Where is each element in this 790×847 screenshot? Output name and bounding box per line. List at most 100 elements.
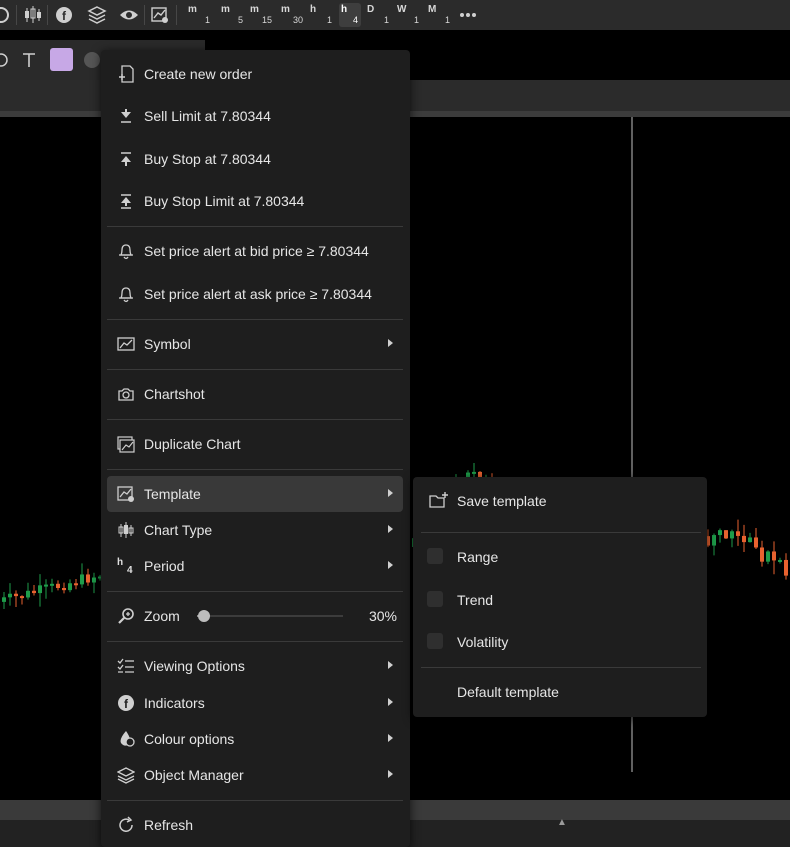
period-m15[interactable]: m 15 — [250, 3, 272, 27]
template-range-item[interactable]: Range — [421, 540, 699, 574]
period-h4[interactable]: h4 — [339, 3, 361, 27]
template-volatility-item[interactable]: Volatility — [421, 625, 699, 659]
create-new-order-item[interactable]: Create new order — [107, 56, 403, 92]
candle-body — [20, 596, 24, 599]
candle-body — [754, 537, 758, 548]
candle-body — [718, 530, 722, 536]
period-w1[interactable]: W1 — [397, 3, 419, 27]
template-submenu: Save template Range Trend Volatility Def… — [413, 477, 707, 717]
period-m5[interactable]: m5 — [221, 3, 243, 27]
duplicate-chart-icon — [117, 435, 135, 453]
period-item[interactable]: h 4 Period — [107, 548, 403, 584]
template-trend-checkbox[interactable] — [427, 591, 443, 607]
chevron-right-icon — [388, 525, 393, 533]
chart-context-menu: Create new order Sell Limit at 7.80344 B… — [101, 50, 410, 847]
bell-icon — [117, 242, 135, 260]
buy-stop-icon — [117, 150, 135, 168]
refresh-item[interactable]: Refresh — [107, 807, 403, 843]
top-toolbar: f m1 m5 m 15 m 30 h1 h4 D1 W1 M1 — [0, 0, 790, 30]
candle-body — [772, 551, 776, 561]
viewing-options-item[interactable]: Viewing Options — [107, 648, 403, 684]
candle-body — [86, 574, 90, 583]
submenu-divider — [421, 667, 701, 668]
candle-body — [68, 583, 72, 591]
color-swatch[interactable] — [50, 48, 73, 71]
symbol-item[interactable]: Symbol — [107, 326, 403, 362]
period-mn1[interactable]: M1 — [428, 3, 450, 27]
ask-price-alert-item[interactable]: Set price alert at ask price ≥ 7.80344 — [107, 276, 403, 312]
menu-divider — [107, 641, 403, 642]
resize-handle-icon[interactable]: ▲ — [557, 817, 567, 828]
toolbar-divider — [47, 5, 48, 25]
candle-body — [2, 597, 6, 602]
candle-body — [730, 531, 734, 539]
candle-body — [26, 590, 30, 598]
default-template-item[interactable]: Default template — [421, 675, 699, 709]
chevron-right-icon — [388, 734, 393, 742]
toolbar-divider — [176, 5, 177, 25]
partial-icon[interactable] — [0, 4, 12, 26]
indicators-item[interactable]: f Indicators — [107, 685, 403, 721]
candle-body — [74, 583, 78, 586]
new-order-icon — [117, 65, 135, 83]
chevron-right-icon — [388, 489, 393, 497]
candle-body — [784, 559, 788, 576]
chevron-right-icon — [388, 698, 393, 706]
layers-icon — [117, 766, 135, 784]
template-item[interactable]: Template — [107, 476, 403, 512]
colour-options-icon — [117, 730, 135, 748]
period-m30[interactable]: m 30 — [281, 3, 303, 27]
template-volatility-checkbox[interactable] — [427, 633, 443, 649]
candle-body — [38, 585, 42, 594]
zoom-slider-track[interactable] — [197, 615, 343, 617]
template-icon[interactable] — [149, 4, 171, 26]
candle-body — [50, 583, 54, 586]
period-h1[interactable]: h1 — [310, 3, 332, 27]
text-tool-icon[interactable] — [18, 49, 40, 71]
candle-body — [8, 593, 12, 598]
period-m1[interactable]: m1 — [188, 3, 210, 27]
save-template-item[interactable]: Save template — [421, 484, 699, 518]
toolbar-divider — [16, 5, 17, 25]
bid-price-alert-item[interactable]: Set price alert at bid price ≥ 7.80344 — [107, 233, 403, 269]
duplicate-chart-item[interactable]: Duplicate Chart — [107, 426, 403, 462]
more-icon[interactable] — [457, 4, 479, 26]
template-trend-item[interactable]: Trend — [421, 583, 699, 617]
eye-icon[interactable] — [118, 4, 140, 26]
chart-type-item[interactable]: Chart Type — [107, 512, 403, 548]
candle-body — [14, 593, 18, 597]
symbol-chart-icon — [117, 335, 135, 353]
line-width-icon[interactable] — [84, 52, 100, 68]
circle-tool-icon[interactable] — [0, 49, 14, 71]
refresh-icon — [117, 816, 135, 834]
candle-body — [44, 584, 48, 587]
menu-divider — [107, 226, 403, 227]
candle-body — [32, 590, 36, 594]
object-manager-item[interactable]: Object Manager — [107, 757, 403, 793]
chevron-right-icon — [388, 561, 393, 569]
candle-body — [472, 471, 476, 474]
chartshot-item[interactable]: Chartshot — [107, 376, 403, 412]
candle-body — [748, 537, 752, 543]
sell-limit-item[interactable]: Sell Limit at 7.80344 — [107, 98, 403, 134]
bell-icon — [117, 285, 135, 303]
candle-body — [80, 574, 84, 585]
buy-stop-limit-item[interactable]: Buy Stop Limit at 7.80344 — [107, 183, 403, 219]
candlestick-icon[interactable] — [22, 4, 44, 26]
menu-divider — [107, 591, 403, 592]
indicators-icon[interactable]: f — [53, 4, 75, 26]
candle-body — [736, 531, 740, 536]
template-range-checkbox[interactable] — [427, 548, 443, 564]
layers-icon[interactable] — [86, 4, 108, 26]
chevron-right-icon — [388, 661, 393, 669]
menu-divider — [107, 469, 403, 470]
candle-body — [778, 559, 782, 562]
template-icon — [117, 485, 135, 503]
sell-limit-icon — [117, 107, 135, 125]
buy-stop-item[interactable]: Buy Stop at 7.80344 — [107, 141, 403, 177]
period-d1[interactable]: D1 — [367, 3, 389, 27]
candle-body — [62, 587, 66, 591]
colour-options-item[interactable]: Colour options — [107, 721, 403, 757]
chevron-right-icon — [388, 339, 393, 347]
zoom-slider-handle[interactable] — [198, 610, 210, 622]
